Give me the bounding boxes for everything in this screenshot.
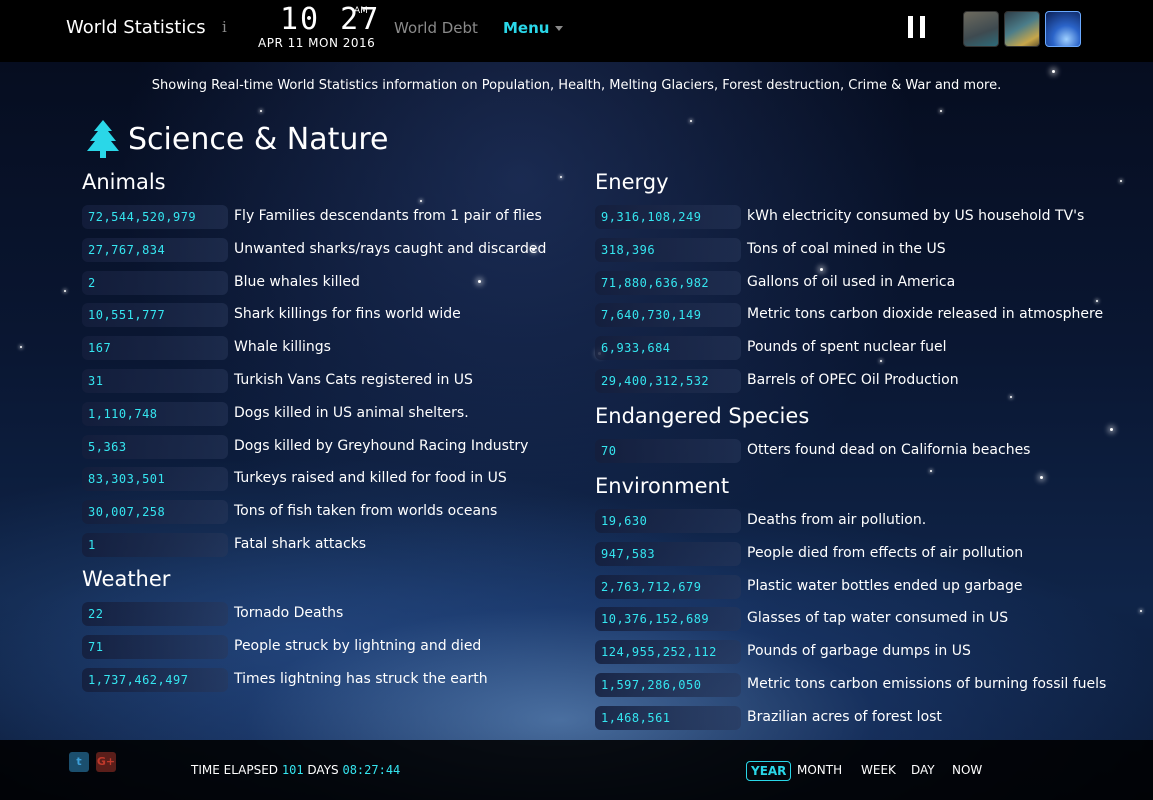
background-thumb-2[interactable]: [1004, 11, 1040, 47]
stat-label: Blue whales killed: [234, 273, 360, 290]
elapsed-time-value: 08:27:44: [342, 763, 401, 777]
nav-menu-label: Menu: [503, 19, 550, 37]
stat-label: Whale killings: [234, 339, 331, 356]
stat-label: Turkeys raised and killed for food in US: [234, 470, 507, 487]
stat-counter: 22: [82, 602, 228, 626]
stat-label: Times lightning has struck the earth: [234, 670, 488, 687]
tree-icon: [87, 120, 119, 158]
stat-label: Unwanted sharks/rays caught and discarde…: [234, 240, 547, 257]
stat-counter: 947,583: [595, 541, 741, 566]
pause-button[interactable]: [908, 16, 926, 38]
nav-world-debt[interactable]: World Debt: [394, 19, 478, 37]
stat-label: People struck by lightning and died: [234, 637, 482, 654]
top-navbar: World Statistics i 10 27 AM APR 11 MON 2…: [0, 0, 1153, 62]
stat-counter: 318,396: [595, 237, 741, 262]
stat-label: Pounds of garbage dumps in US: [747, 643, 971, 660]
stat-label: Turkish Vans Cats registered in US: [234, 372, 473, 388]
range-month-button[interactable]: MONTH: [793, 761, 846, 779]
stat-counter: 10,551,777: [82, 303, 228, 328]
pause-icon: [908, 16, 913, 38]
info-icon[interactable]: i: [222, 18, 227, 36]
stat-label: Barrels of OPEC Oil Production: [747, 372, 959, 388]
footer-bar: t G+ TIME ELAPSED 101 DAYS 08:27:44 YEAR…: [0, 740, 1153, 800]
page-title-text: Science & Nature: [128, 121, 389, 157]
background-thumb-1[interactable]: [963, 11, 999, 47]
stat-counter: 83,303,501: [82, 467, 228, 492]
chevron-down-icon: [555, 26, 564, 31]
stat-label: Brazilian acres of forest lost: [747, 708, 942, 725]
stat-counter: 72,544,520,979: [82, 205, 228, 229]
stat-label: Metric tons carbon emissions of burning …: [747, 676, 1107, 692]
time-elapsed-label: TIME ELAPSED: [191, 763, 279, 777]
stat-label: People died from effects of air pollutio…: [747, 544, 1024, 561]
elapsed-days-label: DAYS: [307, 763, 339, 777]
stat-label: Tons of coal mined in the US: [747, 240, 946, 257]
stat-counter: 124,955,252,112: [595, 640, 741, 665]
stat-counter: 29,400,312,532: [595, 369, 741, 393]
stat-counter: 1,110,748: [82, 401, 228, 426]
nav-menu-dropdown[interactable]: Menu: [503, 19, 564, 37]
stat-label: Metric tons carbon dioxide released in a…: [747, 306, 1104, 323]
range-year-button[interactable]: YEAR: [746, 761, 792, 781]
stat-label: Fly Families descendants from 1 pair of …: [234, 208, 542, 224]
time-elapsed: TIME ELAPSED 101 DAYS 08:27:44: [191, 763, 400, 777]
stat-counter: 19,630: [595, 509, 741, 533]
stat-label: Deaths from air pollution.: [747, 512, 927, 528]
stat-counter: 1,737,462,497: [82, 667, 228, 692]
stat-counter: 1,597,286,050: [595, 673, 741, 697]
google-plus-icon[interactable]: G+: [96, 752, 116, 772]
range-week-button[interactable]: WEEK: [857, 761, 900, 779]
pause-icon-bar: [920, 16, 925, 38]
section-title-endangered-species: Endangered Species: [595, 404, 810, 428]
range-now-button[interactable]: NOW: [948, 761, 986, 779]
stat-counter: 27,767,834: [82, 237, 228, 262]
section-title-weather: Weather: [82, 567, 171, 591]
stat-label: Dogs killed by Greyhound Racing Industry: [234, 437, 529, 454]
stat-counter: 70: [595, 439, 741, 463]
section-title-environment: Environment: [595, 474, 730, 498]
stat-counter: 10,376,152,689: [595, 607, 741, 632]
stat-counter: 6,933,684: [595, 336, 741, 361]
stat-counter: 2,763,712,679: [595, 574, 741, 599]
stat-label: Gallons of oil used in America: [747, 273, 956, 290]
stat-counter: 167: [82, 336, 228, 361]
background-thumb-3[interactable]: [1045, 11, 1081, 47]
twitter-icon[interactable]: t: [69, 752, 89, 772]
stat-label: Pounds of spent nuclear fuel: [747, 339, 947, 356]
clock-ampm: AM: [354, 6, 368, 16]
stat-counter: 71,880,636,982: [595, 270, 741, 295]
stat-label: Fatal shark attacks: [234, 536, 367, 552]
stat-counter: 31: [82, 369, 228, 393]
stat-label: Dogs killed in US animal shelters.: [234, 404, 469, 421]
stat-counter: 9,316,108,249: [595, 205, 741, 229]
stat-counter: 30,007,258: [82, 500, 228, 525]
stat-label: Tons of fish taken from worlds oceans: [234, 503, 498, 520]
tagline: Showing Real-time World Statistics infor…: [151, 78, 1002, 93]
section-title-energy: Energy: [595, 170, 669, 194]
stat-label: Shark killings for fins world wide: [234, 306, 461, 323]
stat-label: Glasses of tap water consumed in US: [747, 610, 1009, 627]
elapsed-days-value: 101: [281, 763, 304, 777]
stat-counter: 5,363: [82, 434, 228, 459]
stat-counter: 71: [82, 634, 228, 659]
stat-counter: 7,640,730,149: [595, 303, 741, 328]
stat-label: kWh electricity consumed by US household…: [747, 208, 1085, 224]
page-title: Science & Nature: [86, 120, 389, 158]
clock-date: APR 11 MON 2016: [258, 36, 376, 50]
stat-counter: 1,468,561: [595, 705, 741, 730]
stat-counter: 2: [82, 270, 228, 295]
stat-label: Plastic water bottles ended up garbage: [747, 577, 1023, 594]
brand-link[interactable]: World Statistics: [66, 17, 206, 38]
stat-counter: 1: [82, 533, 228, 557]
range-day-button[interactable]: DAY: [907, 761, 939, 779]
section-title-animals: Animals: [82, 170, 166, 194]
stat-label: Otters found dead on California beaches: [747, 442, 1031, 458]
stat-label: Tornado Deaths: [234, 605, 344, 621]
